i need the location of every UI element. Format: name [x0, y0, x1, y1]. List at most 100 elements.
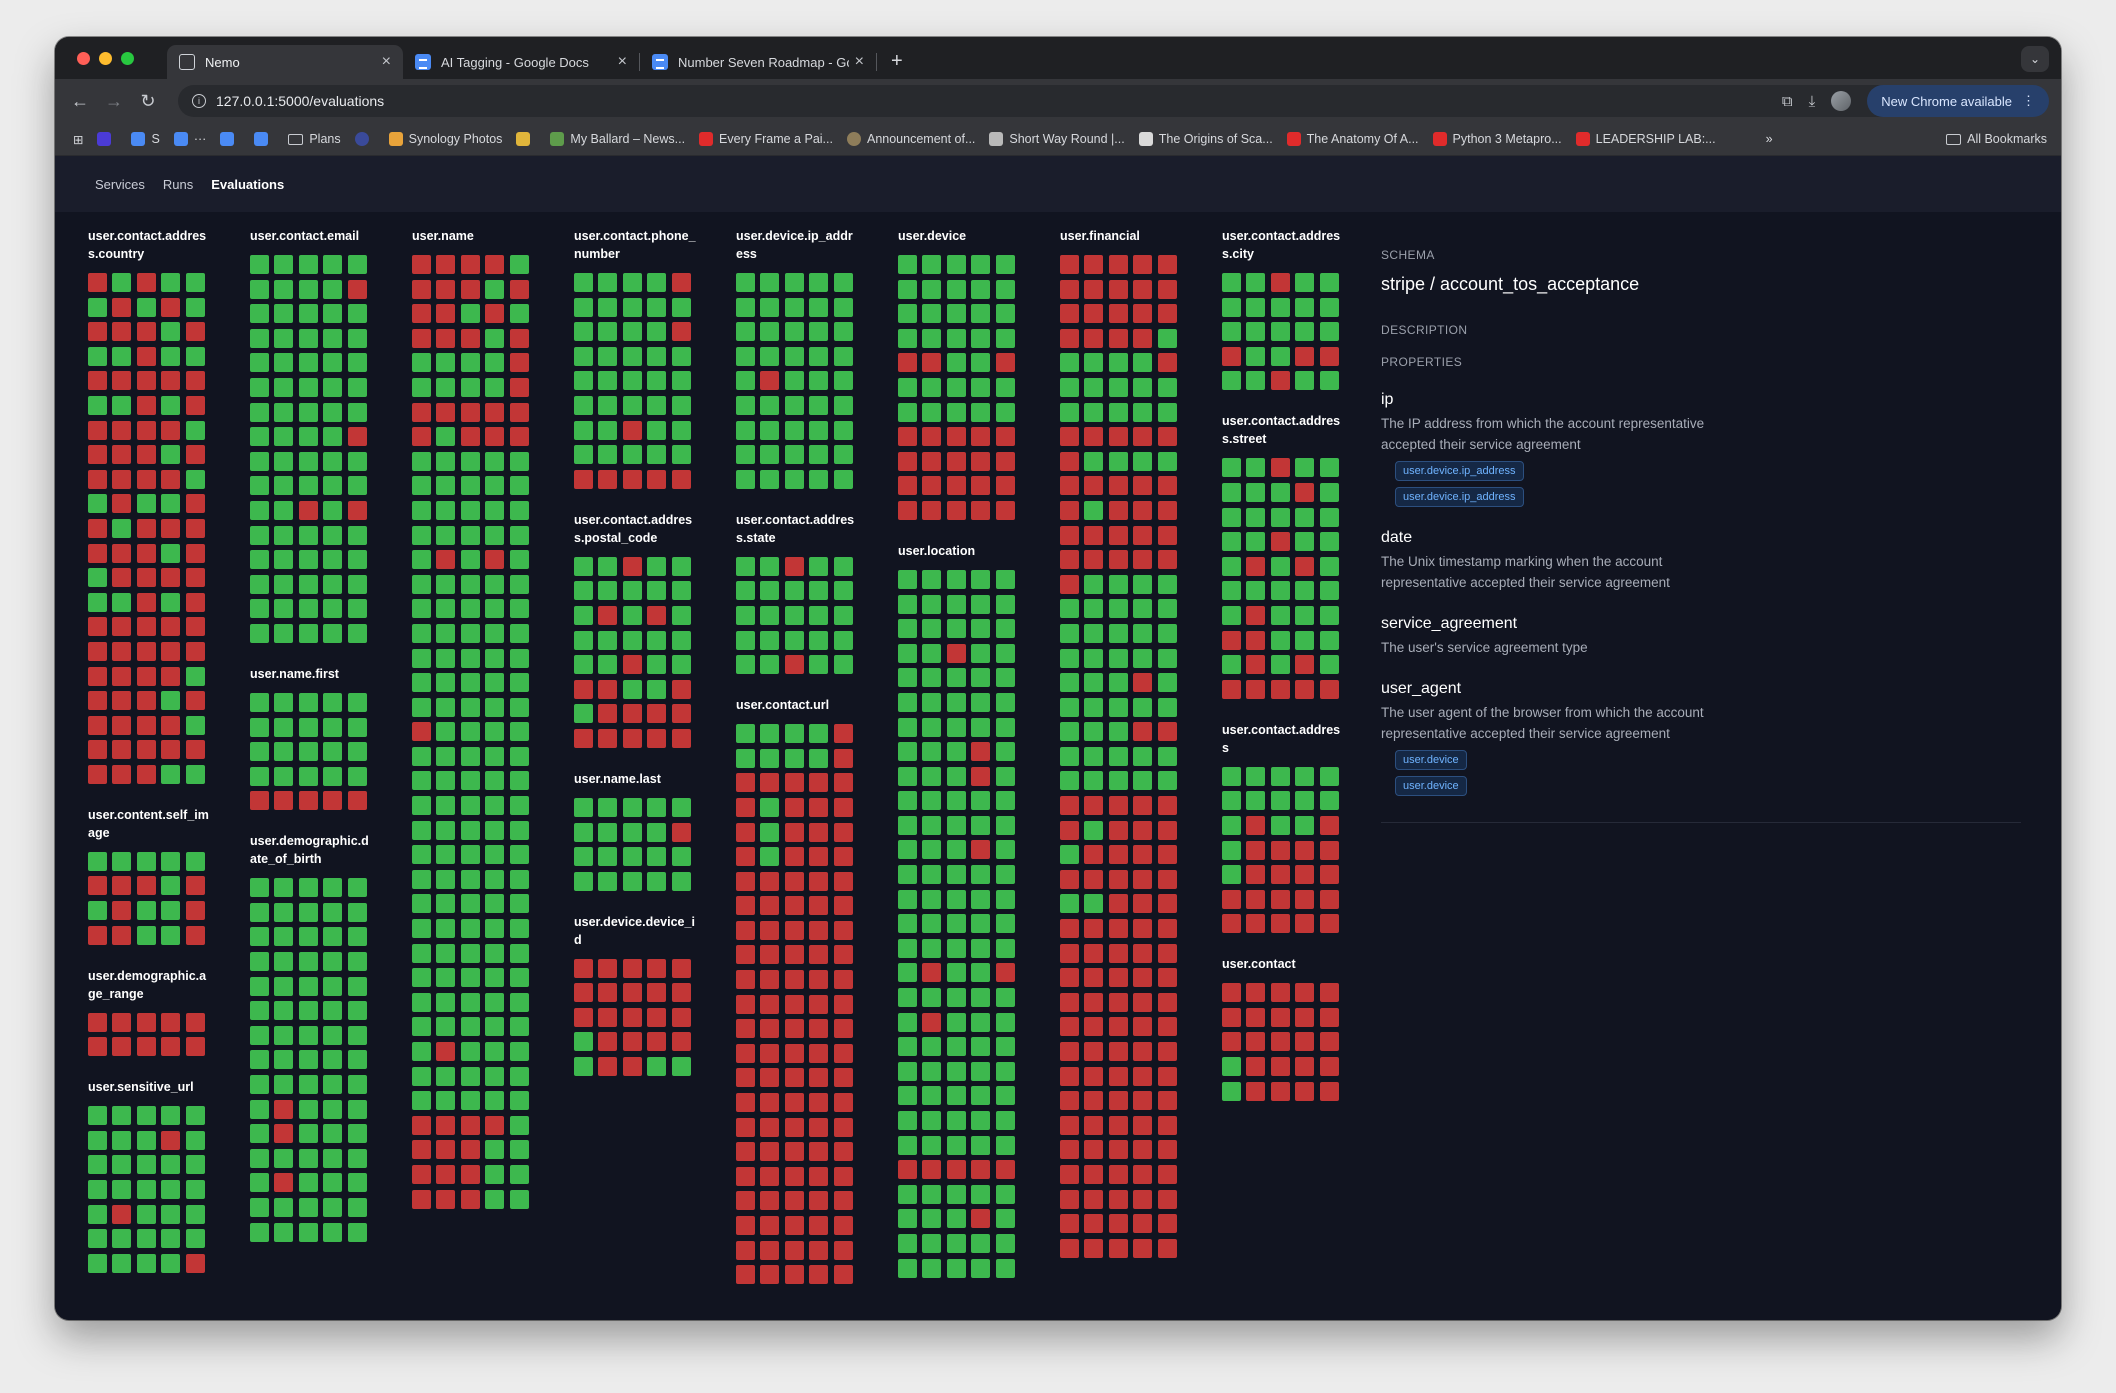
result-pass-cell[interactable] — [598, 871, 618, 891]
result-fail-cell[interactable] — [784, 994, 804, 1014]
result-pass-cell[interactable] — [1060, 648, 1079, 668]
result-fail-cell[interactable] — [622, 655, 642, 675]
result-pass-cell[interactable] — [485, 1091, 505, 1111]
result-pass-cell[interactable] — [412, 820, 431, 840]
tab-nemo[interactable]: Nemo × — [167, 45, 403, 79]
result-fail-cell[interactable] — [1060, 1017, 1079, 1037]
result-pass-cell[interactable] — [347, 574, 367, 594]
result-fail-cell[interactable] — [1060, 869, 1079, 889]
result-pass-cell[interactable] — [509, 722, 529, 742]
result-fail-cell[interactable] — [1084, 1214, 1104, 1234]
result-pass-cell[interactable] — [112, 1253, 132, 1273]
result-pass-cell[interactable] — [1222, 297, 1241, 317]
bookmark-ballard[interactable]: My Ballard – News... — [550, 132, 685, 146]
result-fail-cell[interactable] — [736, 1265, 755, 1285]
result-pass-cell[interactable] — [323, 304, 343, 324]
result-pass-cell[interactable] — [898, 279, 917, 299]
result-pass-cell[interactable] — [995, 569, 1015, 589]
result-fail-cell[interactable] — [784, 1068, 804, 1088]
result-pass-cell[interactable] — [250, 1025, 269, 1045]
result-pass-cell[interactable] — [112, 1155, 132, 1175]
result-pass-cell[interactable] — [946, 1012, 966, 1032]
result-fail-cell[interactable] — [1133, 1164, 1153, 1184]
result-fail-cell[interactable] — [574, 728, 593, 748]
result-fail-cell[interactable] — [1060, 1140, 1079, 1160]
result-pass-cell[interactable] — [412, 919, 431, 939]
result-pass-cell[interactable] — [809, 748, 829, 768]
result-fail-cell[interactable] — [88, 1012, 107, 1032]
result-fail-cell[interactable] — [833, 797, 853, 817]
result-pass-cell[interactable] — [1222, 1057, 1241, 1077]
site-info-icon[interactable]: i — [192, 94, 206, 108]
result-pass-cell[interactable] — [971, 402, 991, 422]
result-fail-cell[interactable] — [1270, 983, 1290, 1003]
result-pass-cell[interactable] — [736, 605, 755, 625]
result-fail-cell[interactable] — [1108, 1238, 1128, 1258]
result-pass-cell[interactable] — [509, 697, 529, 717]
result-pass-cell[interactable] — [1295, 766, 1315, 786]
result-pass-cell[interactable] — [412, 869, 431, 889]
result-pass-cell[interactable] — [995, 594, 1015, 614]
result-fail-cell[interactable] — [1108, 1214, 1128, 1234]
result-pass-cell[interactable] — [1133, 574, 1153, 594]
result-pass-cell[interactable] — [995, 1209, 1015, 1229]
result-pass-cell[interactable] — [250, 1198, 269, 1217]
bookmark-doc[interactable]: ··· — [173, 132, 206, 146]
result-fail-cell[interactable] — [1133, 500, 1153, 520]
property-tag[interactable]: user.device.ip_address — [1395, 487, 1524, 507]
result-pass-cell[interactable] — [898, 377, 917, 397]
result-fail-cell[interactable] — [161, 518, 181, 538]
result-fail-cell[interactable] — [1246, 1081, 1266, 1101]
result-pass-cell[interactable] — [809, 297, 829, 317]
result-fail-cell[interactable] — [460, 427, 480, 447]
result-pass-cell[interactable] — [436, 820, 456, 840]
result-pass-cell[interactable] — [347, 304, 367, 324]
result-fail-cell[interactable] — [1295, 889, 1315, 909]
result-fail-cell[interactable] — [784, 1093, 804, 1113]
result-pass-cell[interactable] — [460, 304, 480, 324]
result-pass-cell[interactable] — [946, 304, 966, 324]
result-pass-cell[interactable] — [1084, 820, 1104, 840]
result-fail-cell[interactable] — [1084, 943, 1104, 963]
result-pass-cell[interactable] — [922, 791, 942, 811]
result-fail-cell[interactable] — [112, 764, 132, 784]
result-fail-cell[interactable] — [622, 983, 642, 1003]
result-fail-cell[interactable] — [760, 920, 780, 940]
result-pass-cell[interactable] — [347, 902, 367, 922]
result-fail-cell[interactable] — [1133, 943, 1153, 963]
result-fail-cell[interactable] — [736, 1043, 755, 1063]
result-fail-cell[interactable] — [509, 353, 529, 373]
result-pass-cell[interactable] — [898, 1184, 917, 1204]
result-pass-cell[interactable] — [1060, 402, 1079, 422]
result-pass-cell[interactable] — [784, 395, 804, 415]
result-pass-cell[interactable] — [971, 938, 991, 958]
result-pass-cell[interactable] — [995, 1233, 1015, 1253]
result-pass-cell[interactable] — [946, 1209, 966, 1229]
result-pass-cell[interactable] — [412, 1066, 431, 1086]
result-fail-cell[interactable] — [1246, 914, 1266, 934]
result-fail-cell[interactable] — [784, 871, 804, 891]
result-pass-cell[interactable] — [1157, 746, 1177, 766]
result-pass-cell[interactable] — [1060, 894, 1079, 914]
result-pass-cell[interactable] — [485, 845, 505, 865]
result-pass-cell[interactable] — [1222, 605, 1241, 625]
result-fail-cell[interactable] — [1157, 550, 1177, 570]
result-fail-cell[interactable] — [784, 945, 804, 965]
result-pass-cell[interactable] — [1319, 655, 1339, 675]
result-fail-cell[interactable] — [185, 901, 205, 921]
result-pass-cell[interactable] — [88, 395, 107, 415]
result-fail-cell[interactable] — [736, 1068, 755, 1088]
result-pass-cell[interactable] — [995, 402, 1015, 422]
result-fail-cell[interactable] — [185, 322, 205, 342]
result-pass-cell[interactable] — [509, 574, 529, 594]
result-fail-cell[interactable] — [509, 427, 529, 447]
result-pass-cell[interactable] — [946, 1037, 966, 1057]
result-pass-cell[interactable] — [347, 1173, 367, 1193]
result-pass-cell[interactable] — [809, 655, 829, 675]
result-pass-cell[interactable] — [995, 742, 1015, 762]
result-pass-cell[interactable] — [347, 599, 367, 619]
result-pass-cell[interactable] — [250, 878, 269, 898]
result-pass-cell[interactable] — [509, 919, 529, 939]
result-fail-cell[interactable] — [1108, 968, 1128, 988]
result-fail-cell[interactable] — [1157, 279, 1177, 299]
